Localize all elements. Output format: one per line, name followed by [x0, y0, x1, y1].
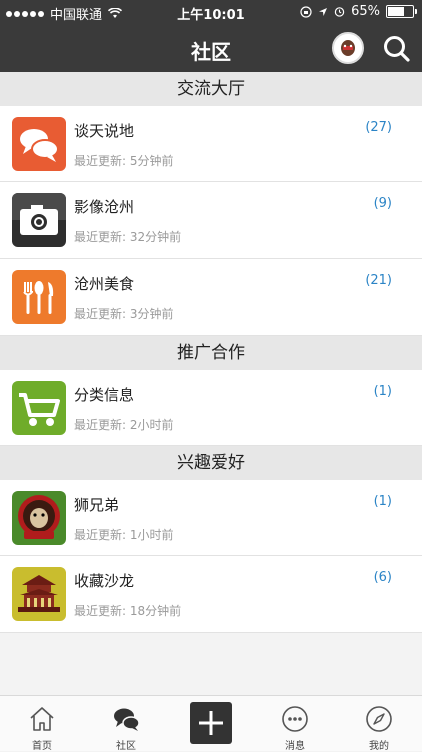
avatar-image	[334, 34, 362, 62]
item-count: (6)	[373, 570, 392, 585]
list-item[interactable]: 狮兄弟 最近更新: 1小时前 (1)	[0, 480, 422, 556]
section-header: 交流大厅	[0, 72, 422, 106]
search-icon[interactable]	[382, 34, 410, 62]
section-header: 推广合作	[0, 336, 422, 370]
rotation-lock-icon	[300, 5, 312, 18]
item-name: 收藏沙龙	[74, 572, 135, 590]
item-updated: 最近更新: 1小时前	[74, 528, 174, 542]
compass-icon	[366, 706, 392, 732]
list-item[interactable]: 收藏沙龙 最近更新: 18分钟前 (6)	[0, 556, 422, 633]
lion-logo-icon	[12, 491, 66, 545]
camera-icon	[12, 193, 66, 247]
list-item[interactable]: 谈天说地 最近更新: 5分钟前 (27)	[0, 106, 422, 182]
item-updated: 最近更新: 18分钟前	[74, 604, 182, 618]
plus-icon	[199, 711, 223, 735]
avatar[interactable]	[332, 32, 364, 64]
item-updated: 最近更新: 3分钟前	[74, 307, 174, 321]
nav-bar: 社区	[0, 24, 422, 72]
list-item[interactable]: 分类信息 最近更新: 2小时前 (1)	[0, 370, 422, 446]
home-icon	[30, 707, 54, 731]
item-count: (1)	[373, 494, 392, 509]
tab-home[interactable]: 首页	[0, 696, 84, 752]
list-item[interactable]: 沧州美食 最近更新: 3分钟前 (21)	[0, 259, 422, 336]
location-icon	[319, 7, 328, 16]
item-updated: 最近更新: 5分钟前	[74, 154, 174, 168]
status-right: 65%	[300, 4, 417, 19]
item-name: 谈天说地	[74, 122, 135, 140]
section-header: 兴趣爱好	[0, 446, 422, 480]
pavilion-icon	[12, 567, 66, 621]
community-icon	[114, 708, 140, 731]
tab-me[interactable]: 我的	[337, 696, 421, 752]
item-count: (27)	[365, 120, 392, 135]
post-button[interactable]	[190, 702, 232, 744]
item-name: 狮兄弟	[74, 496, 120, 514]
battery-icon	[386, 5, 417, 18]
alarm-icon	[334, 7, 345, 17]
item-name: 分类信息	[74, 386, 135, 404]
item-updated: 最近更新: 32分钟前	[74, 230, 182, 244]
item-count: (21)	[365, 273, 392, 288]
item-count: (9)	[373, 196, 392, 211]
item-updated: 最近更新: 2小时前	[74, 418, 174, 432]
item-name: 沧州美食	[74, 275, 135, 293]
list-item[interactable]: 影像沧州 最近更新: 32分钟前 (9)	[0, 182, 422, 259]
battery-percent: 65%	[351, 4, 380, 19]
tab-messages[interactable]: 消息	[253, 696, 337, 752]
item-count: (1)	[373, 384, 392, 399]
shopping-cart-icon	[12, 381, 66, 435]
cutlery-icon	[12, 270, 66, 324]
status-bar: 中国联通 上午10:01 65%	[0, 0, 422, 24]
tab-community[interactable]: 社区	[84, 696, 168, 752]
message-icon	[282, 706, 308, 732]
battery-level	[388, 7, 404, 16]
item-name: 影像沧州	[74, 198, 135, 216]
chat-bubbles-icon	[12, 117, 66, 171]
